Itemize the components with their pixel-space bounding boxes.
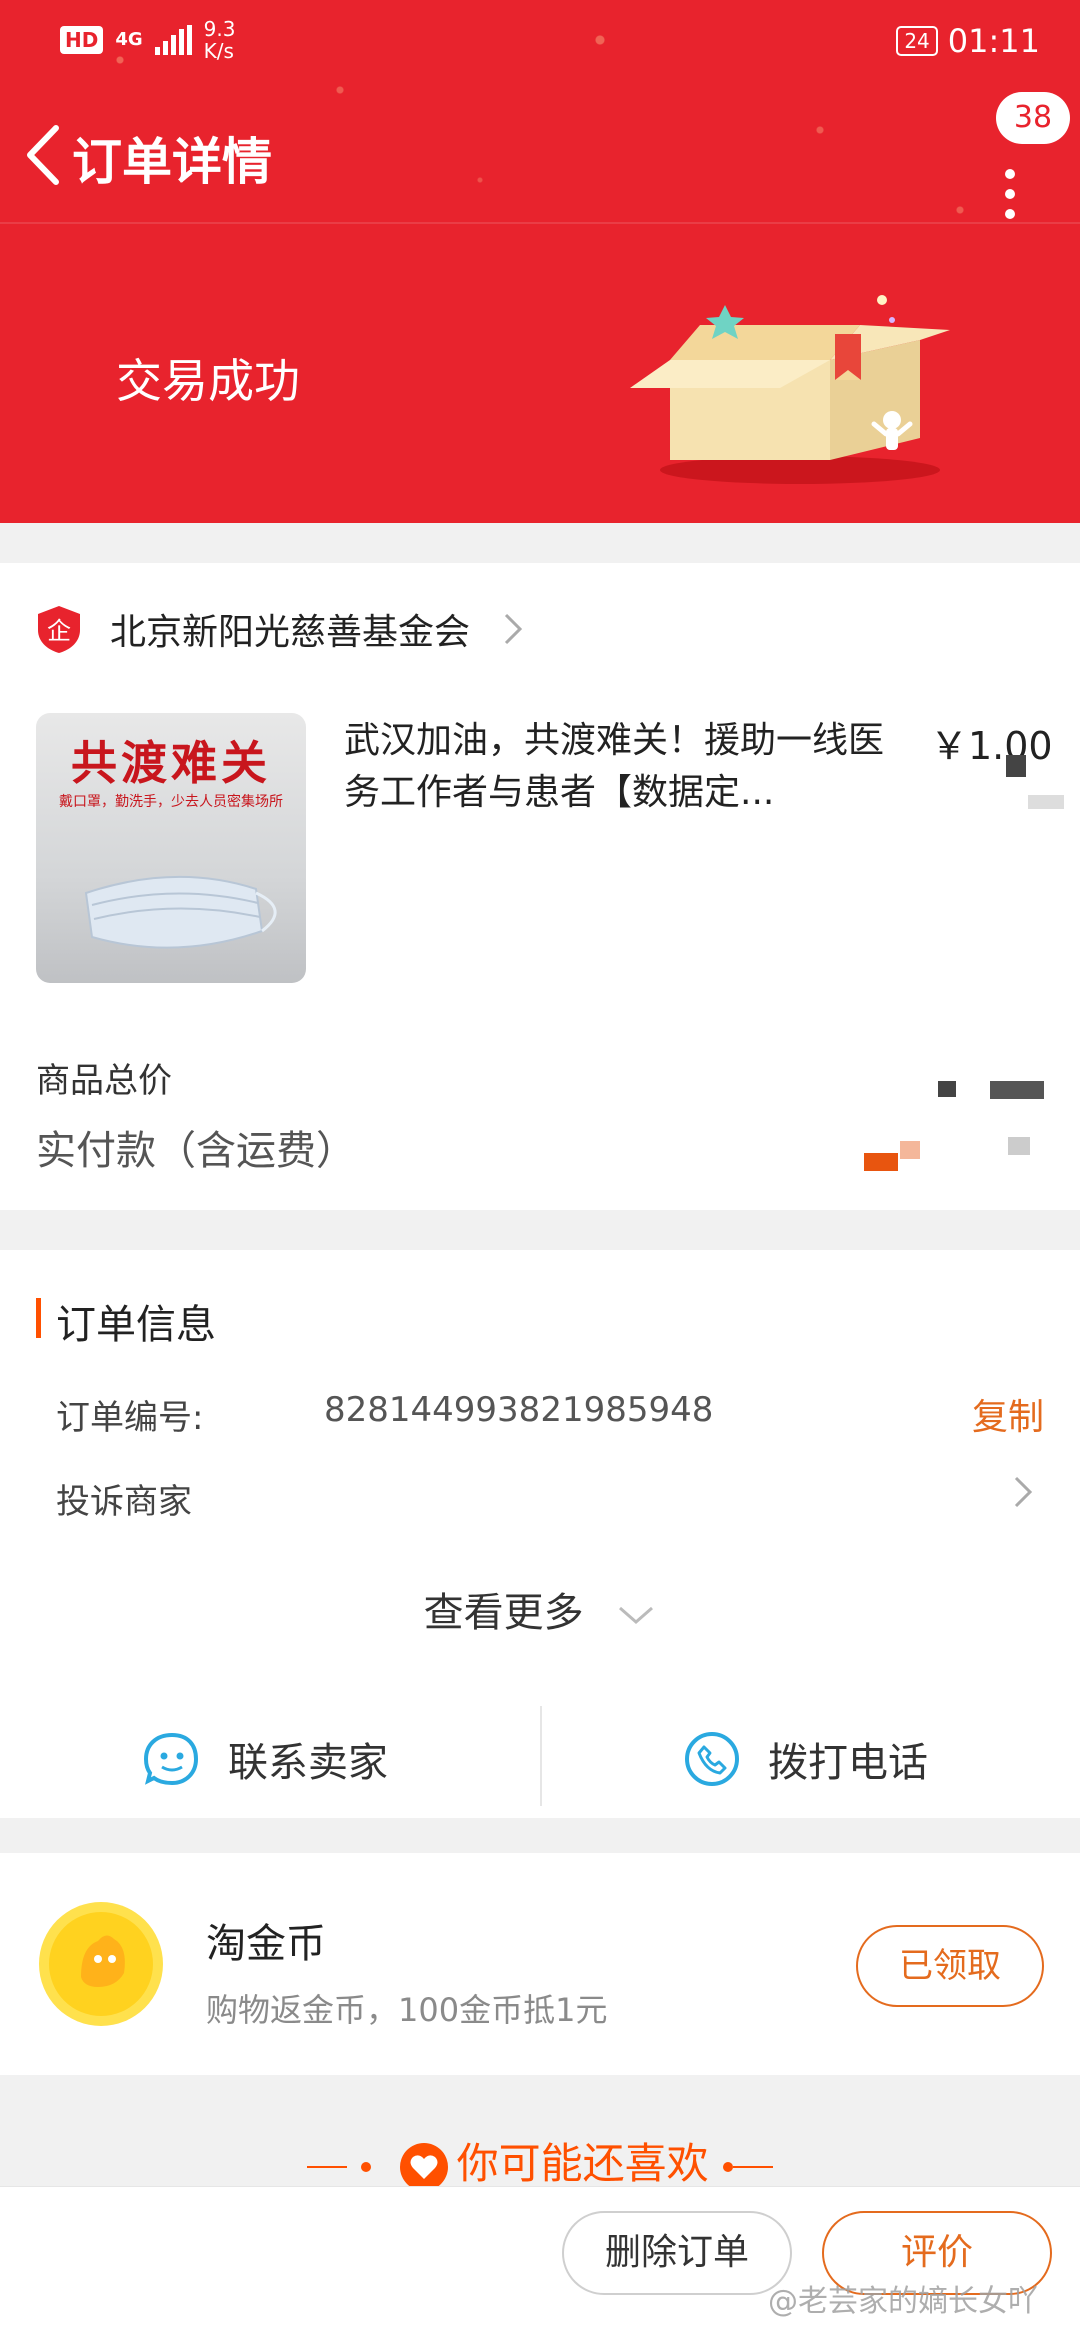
section-accent-bar [36, 1298, 41, 1338]
signal-icon [154, 25, 192, 55]
coins-claimed-button[interactable]: 已领取 [856, 1925, 1044, 2007]
gift-box-illustration [630, 295, 950, 484]
more-menu-icon[interactable] [990, 140, 1030, 220]
battery-icon: 24 [896, 26, 938, 56]
chat-bubble-icon [143, 1732, 199, 1786]
order-info-card: 订单信息 订单编号: 828144993821985948 复制 投诉商家 查看… [0, 1250, 1080, 1818]
order-number-label: 订单编号: [56, 1398, 204, 1438]
network-type: 4G [115, 29, 143, 50]
contact-seller-label: 联系卖家 [228, 1740, 388, 1786]
heart-icon [399, 2142, 448, 2191]
product-image[interactable]: 共渡难关 戴口罩，勤洗手，少去人员密集场所 [36, 713, 306, 983]
chevron-down-icon [619, 1606, 654, 1624]
chevron-right-icon [504, 613, 523, 645]
shop-name: 北京新阳光慈善基金会 [110, 612, 471, 653]
chevron-right-icon [1014, 1476, 1033, 1508]
redacted-price-detail [1006, 755, 1026, 777]
call-phone-label: 拨打电话 [768, 1740, 928, 1786]
paid-amount-label: 实付款（含运费） [36, 1128, 356, 1174]
redacted-price-detail [1028, 795, 1064, 809]
shop-row[interactable]: 企 北京新阳光慈善基金会 [36, 603, 524, 655]
clock: 01:11 [947, 22, 1040, 60]
hd-badge: HD [60, 26, 104, 54]
action-separator [540, 1706, 542, 1806]
coins-subtitle: 购物返金币，100金币抵1元 [206, 1991, 608, 2029]
recommend-heading: 你可能还喜欢 [0, 2130, 1080, 2192]
recommend-title: 你可能还喜欢 [456, 2139, 709, 2188]
gold-coin-icon [39, 1902, 163, 2026]
redacted-paid-amount [864, 1153, 898, 1171]
page-title: 订单详情 [72, 133, 272, 191]
decor-dot [361, 2161, 372, 2172]
order-number-value: 828144993821985948 [324, 1390, 714, 1430]
speed-unit: K/s [203, 39, 234, 63]
redacted-goods-total [938, 1081, 956, 1097]
product-title[interactable]: 武汉加油，共渡难关！援助一线医务工作者与患者【数据定... [344, 715, 904, 819]
phone-icon [685, 1732, 739, 1786]
coins-title: 淘金币 [206, 1921, 326, 1967]
enterprise-shop-icon: 企 [38, 606, 80, 653]
copy-button[interactable]: 复制 [972, 1388, 1044, 1440]
product-price: ￥1.00 [930, 724, 1053, 768]
decor-line [307, 2165, 348, 2168]
order-status-header: HD 4G 9.3 K/s 24 01:11 订单详情 38 交易成功 [0, 0, 1080, 523]
contact-seller-button[interactable]: 联系卖家 [142, 1700, 388, 1818]
back-arrow-icon[interactable] [20, 120, 70, 190]
order-info-title: 订单信息 [56, 1302, 216, 1348]
product-image-subtitle: 戴口罩，勤洗手，少去人员密集场所 [59, 794, 283, 810]
status-bar-right: 24 01:11 [896, 22, 1040, 60]
complain-merchant-row[interactable]: 投诉商家 [56, 1474, 192, 1523]
see-more-label: 查看更多 [423, 1590, 584, 1636]
decor-dot [722, 2161, 733, 2172]
enterprise-badge-glyph: 企 [47, 617, 71, 645]
message-count-badge[interactable]: 38 [996, 92, 1070, 144]
weibo-watermark: @老芸家的嫡长女吖 [768, 2284, 1038, 2319]
redacted-paid-amount [900, 1141, 920, 1159]
goods-total-label: 商品总价 [36, 1061, 172, 1101]
nav-bar: 订单详情 [0, 100, 1080, 219]
delete-order-button[interactable]: 删除订单 [562, 2211, 792, 2295]
trade-status-text: 交易成功 [116, 354, 300, 408]
redacted-paid-amount [1008, 1137, 1030, 1155]
header-divider [0, 222, 1080, 224]
status-bar-left: HD 4G 9.3 K/s [60, 18, 235, 62]
order-item-card: 企 北京新阳光慈善基金会 共渡难关 戴口罩，勤洗手，少去人员密集场所 武汉加油，… [0, 563, 1080, 1210]
redacted-goods-total [990, 1081, 1044, 1099]
status-bar: HD 4G 9.3 K/s 24 01:11 [0, 0, 1080, 80]
contact-actions: 联系卖家 拨打电话 [0, 1700, 1080, 1818]
taobao-coins-card: 淘金币 购物返金币，100金币抵1元 已领取 [0, 1853, 1080, 2075]
face-mask-graphic [84, 876, 277, 949]
call-phone-button[interactable]: 拨打电话 [682, 1700, 928, 1818]
see-more-button[interactable]: 查看更多 [0, 1580, 1080, 1638]
product-image-title: 共渡难关 [71, 736, 271, 790]
speed-value: 9.3 [203, 17, 236, 41]
network-speed: 9.3 K/s [204, 18, 236, 62]
decor-line [732, 2165, 773, 2168]
